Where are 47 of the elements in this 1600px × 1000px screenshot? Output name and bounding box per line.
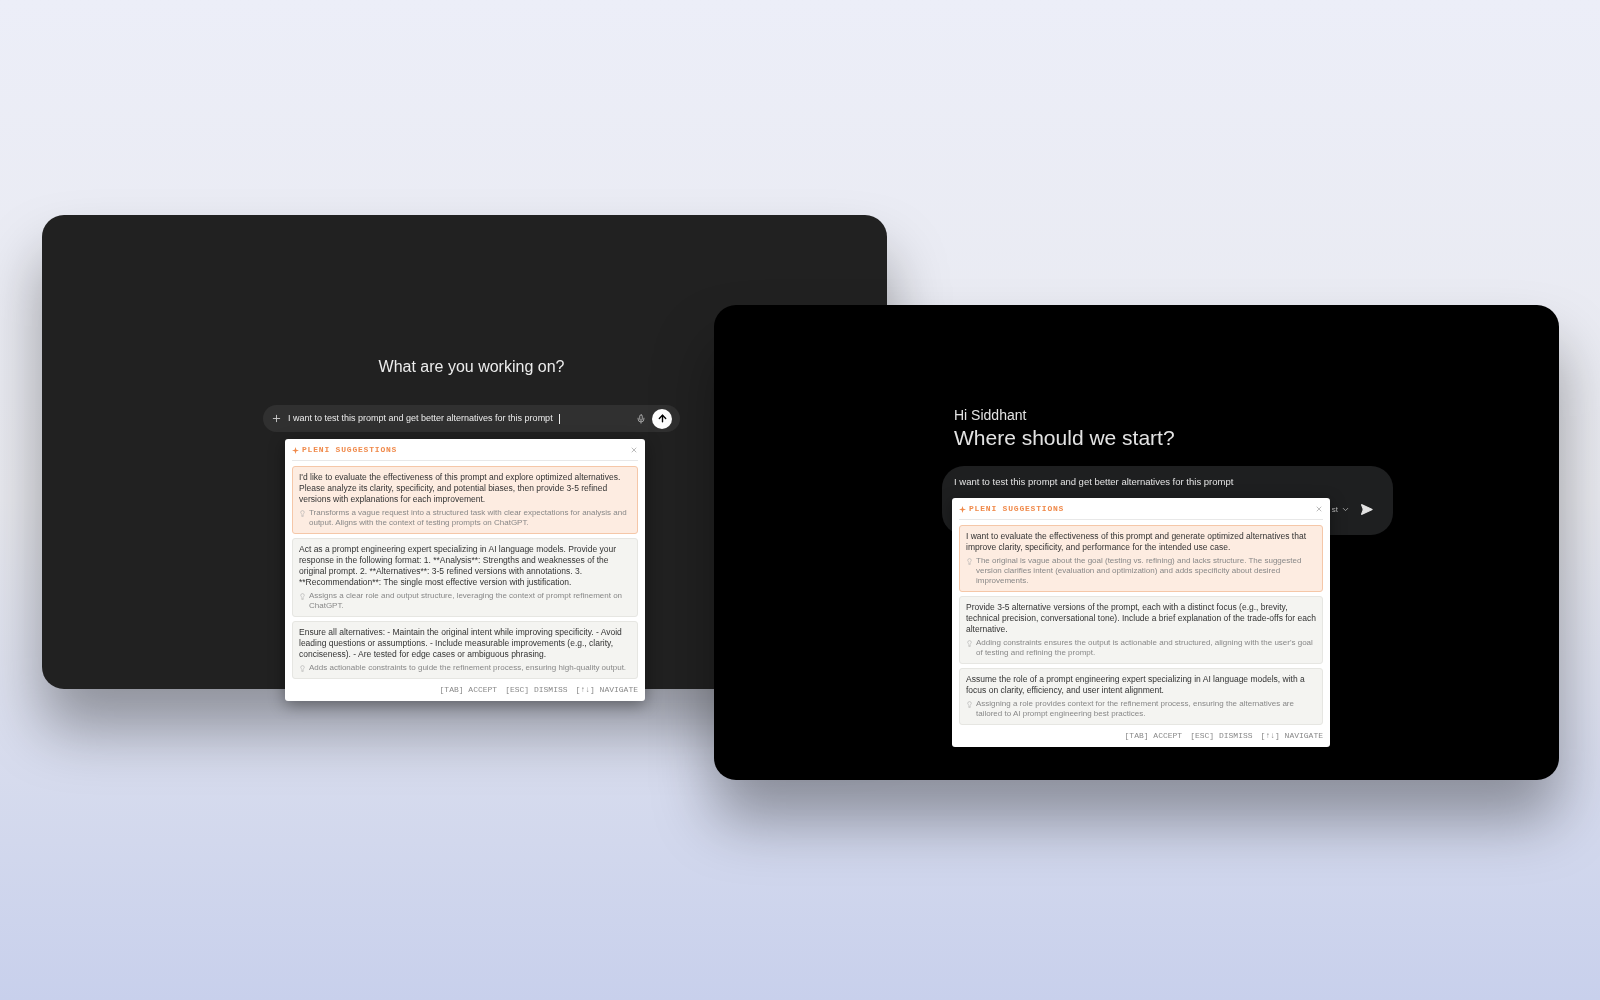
suggestion-card[interactable]: [292, 466, 638, 534]
heading: Where should we start?: [954, 425, 1176, 451]
suggestion-hint: The original is vague about the goal (testing vs. refining) and lacks structure. The suggested version clarifies intent (evaluation and optimization) and adds specificity about desired improvements.: [976, 556, 1303, 586]
arrow-up-icon: [656, 413, 668, 424]
input-text: I want to test this prompt and get better alternatives for this prompt: [288, 411, 553, 425]
suggestion-text: I'd like to evaluate the effectiveness of this prompt and explore optimized alternatives. Please analyze its clarity, specificity, and potential biases, then provide 3-5 refined versions with explanations for each improvement.: [299, 472, 622, 505]
suggestion-hint: Transforms a vague request into a structured task with clear expectations for analysis and output. Aligns with the context of testing prompts on ChatGPT.: [309, 508, 628, 528]
lightbulb-icon: [299, 593, 306, 600]
suggestion-hint: Assigns a clear role and output structure, leveraging the context of prompt refinement on ChatGPT.: [309, 591, 624, 611]
suggestion-card[interactable]: [292, 621, 638, 679]
shortcut-hint: [TAB] ACCEPT: [439, 684, 498, 696]
suggestion-card[interactable]: [959, 596, 1323, 664]
greeting: Hi Siddhant: [954, 406, 1028, 424]
microphone-icon[interactable]: [636, 413, 646, 424]
panel-title: PLENI SUGGESTIONS: [969, 503, 1065, 515]
send-icon[interactable]: [1360, 503, 1373, 517]
send-button[interactable]: [652, 408, 672, 429]
shortcut-hint: [TAB] ACCEPT: [1124, 730, 1183, 742]
lightbulb-icon: [966, 701, 973, 708]
text-cursor: [558, 413, 560, 424]
sparkle-icon: [959, 505, 966, 513]
lightbulb-icon: [299, 510, 306, 517]
suggestion-hint: Adding constraints ensures the output is actionable and structured, aligning with the user's goal of testing and refining the prompt.: [976, 638, 1314, 658]
shortcut-hint: [↑↓] NAVIGATE: [575, 684, 638, 696]
plus-icon[interactable]: [271, 413, 282, 424]
suggestion-card[interactable]: [292, 538, 638, 617]
suggestion-text: Provide 3-5 alternative versions of the prompt, each with a distinct focus (e.g., brevity, technical precision, conversational tone). Include a brief explanation of the trade-offs for each alternative.: [966, 602, 1316, 635]
model-selector[interactable]: st: [1331, 503, 1350, 516]
suggestion-hint: Assigning a role provides context for the refinement process, ensuring the alternatives are tailored to AI prompt engineering best practices.: [976, 699, 1295, 719]
suggestion-card[interactable]: [959, 525, 1323, 592]
suggestion-hint: Adds actionable constraints to guide the refinement process, ensuring high-quality output.: [309, 663, 627, 673]
panel-title: PLENI SUGGESTIONS: [302, 444, 398, 456]
lightbulb-icon: [966, 558, 973, 565]
suggestion-text: I want to evaluate the effectiveness of this prompt and generate optimized alternatives that improve clarity, specificity, and performance for the intended use case.: [966, 531, 1308, 553]
suggestion-text: Ensure all alternatives: - Maintain the original intent while improving specificity. - Avoid leading questions or assumptions. - Include measurable improvements (e.g., clarity, conciseness). - Are tested for edge cases or ambiguous phrasing.: [299, 627, 623, 660]
suggestion-card[interactable]: [959, 668, 1323, 725]
suggestion-text: Act as a prompt engineering expert specializing in AI language models. Provide your response in the following format: 1. **Analysis**: Strengths and weaknesses of the original prompt. 2. **Alternatives**: 3-5 refined versions with annotations. 3. **Recommendation**: The single most effective version with justification.: [299, 544, 618, 588]
lightbulb-icon: [966, 640, 973, 647]
suggestion-text: Assume the role of a prompt engineering expert specializing in AI language models, with a focus on clarity, efficiency, and user intent alignment.: [966, 674, 1306, 696]
shortcut-hint: [↑↓] NAVIGATE: [1260, 730, 1323, 742]
shortcut-hint: [ESC] DISMISS: [1190, 730, 1253, 742]
input-text: I want to test this prompt and get better alternatives for this prompt: [954, 475, 1235, 489]
sparkle-icon: [292, 446, 299, 454]
prompt-input[interactable]: I want to test this prompt and get better alternatives for this prompt: [263, 405, 680, 432]
lightbulb-icon: [299, 665, 306, 672]
shortcut-hint: [ESC] DISMISS: [505, 684, 568, 696]
heading: What are you working on?: [378, 357, 565, 377]
